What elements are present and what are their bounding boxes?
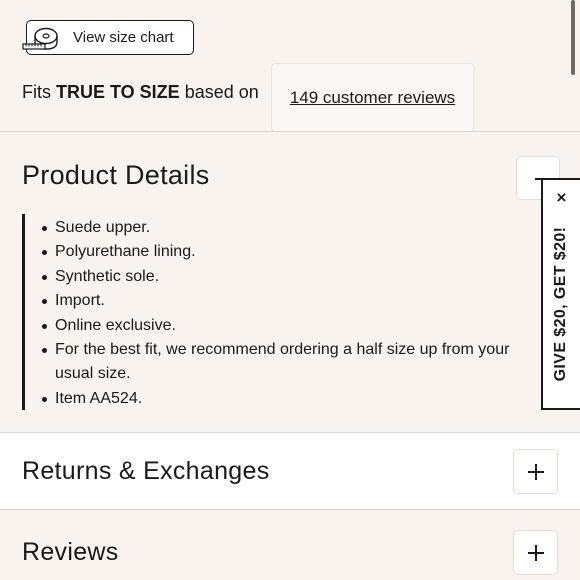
list-item: Import.	[39, 289, 522, 313]
view-size-chart-label: View size chart	[73, 29, 174, 46]
referral-label: GIVE $20, GET $20!	[552, 226, 569, 382]
product-details-title: Product Details	[22, 160, 210, 190]
fit-suffix: based on	[184, 82, 259, 102]
divider	[0, 131, 580, 132]
list-item: Synthetic sole.	[39, 265, 522, 289]
returns-exchanges-title: Returns & Exchanges	[22, 457, 270, 485]
view-size-chart-button[interactable]: View size chart	[22, 20, 194, 55]
list-item: Item AA524.	[39, 387, 522, 411]
returns-exchanges-expand-button[interactable]	[513, 449, 558, 494]
list-item: Polyurethane lining.	[39, 240, 522, 264]
reviews-title: Reviews	[22, 538, 119, 566]
tape-measure-icon	[22, 27, 58, 50]
reviews-expand-button[interactable]	[513, 530, 558, 575]
list-item: Online exclusive.	[39, 314, 522, 338]
close-icon[interactable]: ×	[543, 188, 580, 208]
customer-reviews-link[interactable]: 149 customer reviews	[271, 63, 474, 132]
fit-emphasis: TRUE TO SIZE	[56, 82, 180, 102]
plus-icon-stroke	[535, 464, 537, 480]
plus-icon-stroke	[535, 545, 537, 561]
list-item: For the best fit, we recommend ordering …	[39, 338, 522, 387]
product-details-list: Suede upper. Polyurethane lining. Synthe…	[25, 214, 522, 411]
referral-tab[interactable]: × GIVE $20, GET $20!	[541, 178, 580, 410]
product-details-panel: Suede upper. Polyurethane lining. Synthe…	[22, 214, 522, 410]
scrollbar-thumb[interactable]	[571, 0, 575, 75]
reviews-row[interactable]: Reviews	[0, 510, 580, 580]
list-item: Suede upper.	[39, 216, 522, 240]
fit-summary: Fits TRUE TO SIZE based on	[22, 82, 259, 103]
fit-prefix: Fits	[22, 82, 51, 102]
returns-exchanges-row[interactable]: Returns & Exchanges	[0, 433, 580, 509]
